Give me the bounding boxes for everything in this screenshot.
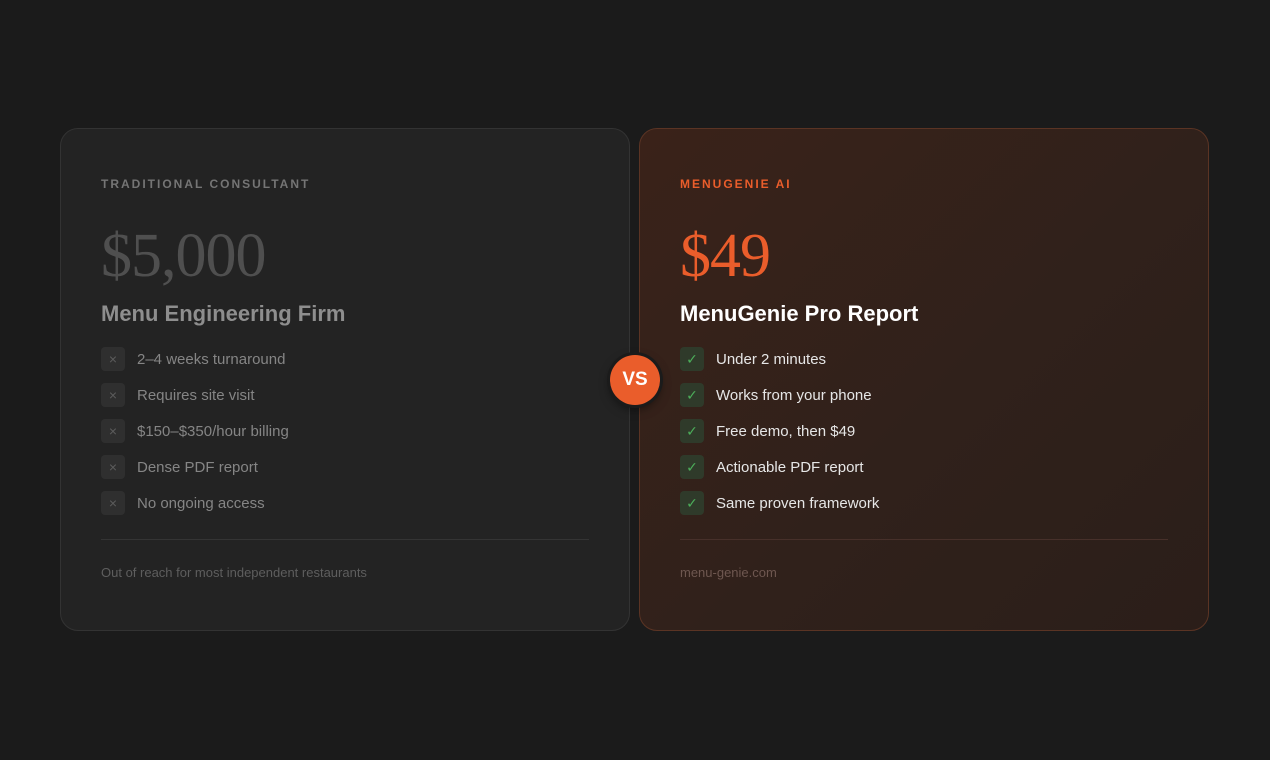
feature-item: × Requires site visit <box>101 383 589 407</box>
feature-text: Works from your phone <box>716 386 872 404</box>
product-name: MenuGenie Pro Report <box>680 301 919 326</box>
feature-item: × $150–$350/hour billing <box>101 419 589 443</box>
feature-text: Free demo, then $49 <box>716 422 856 440</box>
feature-text: Same proven framework <box>716 494 880 512</box>
feature-text: Dense PDF report <box>137 458 258 476</box>
check-icon: ✓ <box>680 491 704 515</box>
card-footnote: Out of reach for most independent restau… <box>101 565 367 580</box>
feature-list: × 2–4 weeks turnaround × Requires site v… <box>101 347 589 515</box>
product-name: Menu Engineering Firm <box>101 301 346 326</box>
card-footnote: menu-genie.com <box>680 565 777 580</box>
feature-text: 2–4 weeks turnaround <box>137 350 286 368</box>
check-icon: ✓ <box>680 455 704 479</box>
check-icon: ✓ <box>680 383 704 407</box>
menugenie-ai-card: MENUGENIE AI $49 MenuGenie Pro Report ✓ … <box>639 128 1209 631</box>
feature-list: ✓ Under 2 minutes ✓ Works from your phon… <box>680 347 1168 515</box>
x-icon: × <box>101 383 125 407</box>
feature-item: ✓ Works from your phone <box>680 383 1168 407</box>
price: $49 <box>680 222 771 290</box>
feature-text: $150–$350/hour billing <box>137 422 289 440</box>
feature-text: Actionable PDF report <box>716 458 864 476</box>
feature-text: Requires site visit <box>137 386 255 404</box>
feature-item: × 2–4 weeks turnaround <box>101 347 589 371</box>
feature-item: ✓ Actionable PDF report <box>680 455 1168 479</box>
x-icon: × <box>101 419 125 443</box>
divider <box>101 539 589 540</box>
feature-item: × Dense PDF report <box>101 455 589 479</box>
feature-text: Under 2 minutes <box>716 350 827 368</box>
price: $5,000 <box>101 222 267 290</box>
feature-text: No ongoing access <box>137 494 265 512</box>
card-eyebrow: MENUGENIE AI <box>680 177 792 191</box>
traditional-consultant-card: TRADITIONAL CONSULTANT $5,000 Menu Engin… <box>60 128 630 631</box>
feature-item: ✓ Free demo, then $49 <box>680 419 1168 443</box>
check-icon: ✓ <box>680 347 704 371</box>
divider <box>680 539 1168 540</box>
card-eyebrow: TRADITIONAL CONSULTANT <box>101 177 311 191</box>
x-icon: × <box>101 347 125 371</box>
feature-item: × No ongoing access <box>101 491 589 515</box>
vs-badge: VS <box>610 355 660 405</box>
feature-item: ✓ Same proven framework <box>680 491 1168 515</box>
check-icon: ✓ <box>680 419 704 443</box>
feature-item: ✓ Under 2 minutes <box>680 347 1168 371</box>
x-icon: × <box>101 455 125 479</box>
x-icon: × <box>101 491 125 515</box>
comparison-stage: TRADITIONAL CONSULTANT $5,000 Menu Engin… <box>0 0 1270 760</box>
